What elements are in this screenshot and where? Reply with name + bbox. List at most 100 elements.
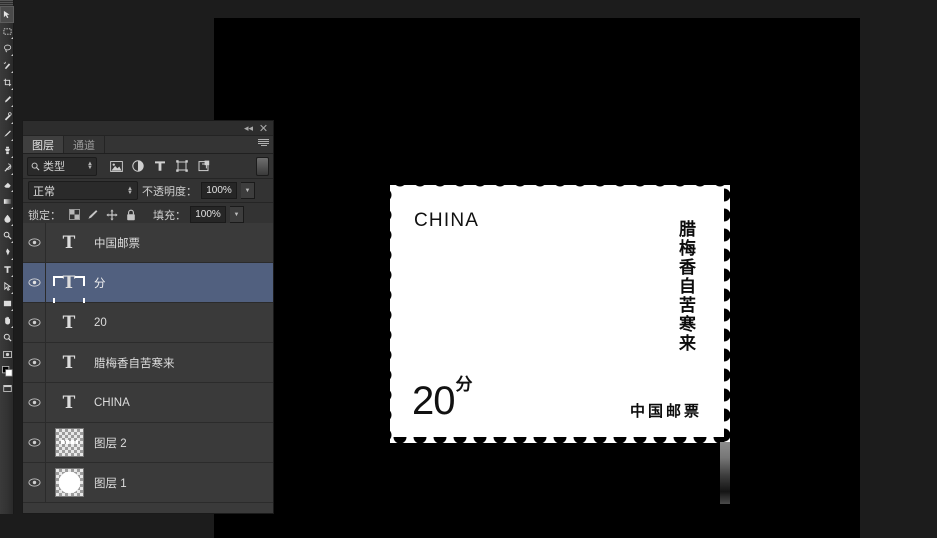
tools-toolbar (0, 0, 14, 514)
tool-flyout-corner-icon (11, 173, 13, 175)
tool-flyout-corner-icon (11, 88, 13, 90)
layer-thumbnail[interactable]: T (46, 233, 92, 253)
filter-pixel-layers-icon[interactable] (105, 156, 127, 176)
layer-row[interactable]: T 20 (23, 303, 273, 343)
layer-name[interactable]: 分 (92, 275, 106, 291)
fill-input[interactable]: 100% (190, 206, 226, 223)
blur-tool[interactable] (0, 210, 14, 227)
hand-tool[interactable] (0, 312, 14, 329)
lock-buttons (68, 208, 137, 221)
layer-row[interactable]: T 分 (23, 263, 273, 308)
stamp-poem-text: 腊梅香自苦寒来 (675, 220, 695, 353)
layer-visibility-toggle[interactable] (23, 303, 46, 342)
layer-name[interactable]: 图层 2 (92, 435, 127, 451)
document-canvas[interactable]: CHINA 腊梅香自苦寒来 20 分 中国邮票 (214, 18, 860, 538)
quick-selection-tool[interactable] (0, 57, 14, 74)
path-selection-tool[interactable] (0, 278, 14, 295)
lock-transparent-pixels-icon[interactable] (68, 209, 80, 221)
fill-slider-arrow-icon[interactable]: ▼ (230, 206, 244, 223)
opacity-slider-arrow-icon[interactable]: ▼ (241, 182, 255, 199)
collapse-panel-icon[interactable]: ◂◂ (242, 122, 255, 134)
blend-mode-select[interactable]: 正常 ▲ ▼ (28, 181, 138, 200)
layer-thumbnail[interactable]: T (46, 313, 92, 333)
edit-in-quick-mask-icon[interactable] (0, 346, 14, 363)
lock-position-icon[interactable] (106, 208, 118, 221)
postage-stamp-artwork: CHINA 腊梅香自苦寒来 20 分 中国邮票 (390, 185, 730, 443)
stamp-denomination-unit: 分 (455, 375, 473, 395)
chevron-updown-icon: ▲ ▼ (87, 161, 93, 171)
move-tool[interactable] (0, 6, 14, 23)
filter-type-layers-icon[interactable] (149, 156, 171, 176)
layer-row[interactable]: 图层 1 (23, 463, 273, 503)
close-panel-icon[interactable]: ✕ (257, 122, 270, 135)
rectangle-tool[interactable] (0, 295, 14, 312)
layer-name[interactable]: 中国邮票 (92, 235, 140, 251)
eyedropper-tool[interactable] (0, 91, 14, 108)
lock-image-pixels-icon[interactable] (87, 209, 99, 221)
layer-row[interactable]: T CHINA (23, 383, 273, 423)
stamp-denomination-number: 20 (412, 379, 455, 423)
panel-menu-icon[interactable] (258, 139, 269, 146)
lock-label: 锁定： (28, 209, 61, 222)
tool-flyout-corner-icon (11, 326, 13, 328)
layer-row[interactable]: 图层 2 (23, 423, 273, 463)
dodge-tool[interactable] (0, 227, 14, 244)
history-brush-tool[interactable] (0, 159, 14, 176)
screen-mode-icon[interactable] (0, 380, 14, 397)
pen-tool[interactable] (0, 244, 14, 261)
type-tool[interactable] (0, 261, 14, 278)
tab-layers[interactable]: 图层 (23, 136, 64, 153)
layer-thumbnail[interactable] (46, 428, 92, 457)
layer-thumbnail[interactable]: T (46, 393, 92, 413)
fill-label: 填充： (153, 209, 186, 222)
panel-tab-bar: 图层 通道 (23, 136, 273, 154)
eraser-tool[interactable] (0, 176, 14, 193)
layer-visibility-toggle[interactable] (23, 383, 46, 422)
tool-flyout-corner-icon (11, 71, 13, 73)
chevron-updown-icon: ▲ ▼ (127, 185, 133, 196)
gradient-strip-element (720, 442, 730, 504)
layer-row[interactable]: T 中国邮票 (23, 223, 273, 263)
layer-thumbnail[interactable]: T (46, 273, 92, 308)
layer-visibility-toggle[interactable] (23, 423, 46, 462)
layer-name[interactable]: 图层 1 (92, 475, 127, 491)
lock-all-icon[interactable] (125, 209, 137, 221)
layer-thumbnail[interactable]: T (46, 353, 92, 373)
gradient-tool[interactable] (0, 193, 14, 210)
filter-adjustment-layers-icon[interactable] (127, 156, 149, 176)
pixel-layer-thumbnail-icon (54, 468, 84, 497)
tool-flyout-corner-icon (11, 292, 13, 294)
stamp-denomination: 20 分 (412, 377, 473, 423)
clone-stamp-tool[interactable] (0, 142, 14, 159)
foreground-background-color[interactable] (0, 363, 14, 380)
filter-shape-layers-icon[interactable] (171, 156, 193, 176)
layer-name[interactable]: CHINA (92, 397, 130, 409)
layer-row[interactable]: T 腊梅香自苦寒来 (23, 343, 273, 383)
layers-list[interactable]: T 中国邮票 T 分 T 20 T 腊梅香自苦寒来 T CHINA 图层 2 图… (23, 223, 273, 513)
layer-visibility-toggle[interactable] (23, 223, 46, 262)
tab-channels[interactable]: 通道 (64, 136, 105, 153)
layer-name[interactable]: 20 (92, 317, 107, 329)
opacity-input[interactable]: 100% (201, 182, 237, 199)
layer-visibility-toggle[interactable] (23, 343, 46, 382)
marquee-tool[interactable] (0, 23, 14, 40)
blend-mode-row: 正常 ▲ ▼ 不透明度： 100% ▼ (23, 179, 273, 203)
opacity-label: 不透明度： (142, 185, 197, 198)
crop-tool[interactable] (0, 74, 14, 91)
tool-flyout-corner-icon (11, 224, 13, 226)
layer-name[interactable]: 腊梅香自苦寒来 (92, 355, 175, 371)
filter-enable-toggle[interactable] (256, 156, 269, 176)
layer-visibility-toggle[interactable] (23, 263, 46, 302)
layer-thumbnail[interactable] (46, 468, 92, 497)
stamp-country-text: CHINA (414, 210, 480, 231)
lasso-tool[interactable] (0, 40, 14, 57)
tool-flyout-corner-icon (11, 156, 13, 158)
layer-visibility-toggle[interactable] (23, 463, 46, 502)
filter-smart-object-layers-icon[interactable] (193, 156, 215, 176)
zoom-tool[interactable] (0, 329, 14, 346)
panel-titlebar[interactable]: ◂◂ ✕ (23, 121, 273, 136)
tool-flyout-corner-icon (11, 309, 13, 311)
brush-tool[interactable] (0, 125, 14, 142)
filter-kind-select[interactable]: 类型 ▲ ▼ (27, 156, 97, 176)
healing-brush-tool[interactable] (0, 108, 14, 125)
